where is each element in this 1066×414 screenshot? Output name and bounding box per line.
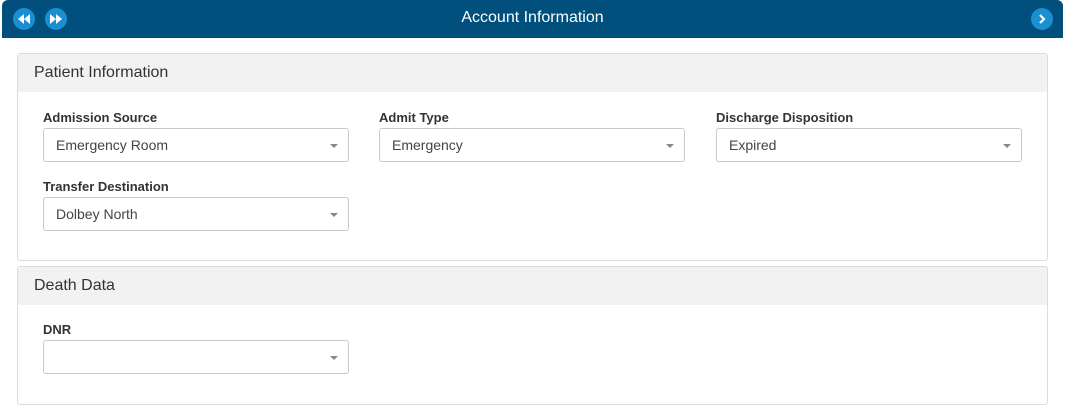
- caret-down-icon: [330, 356, 338, 360]
- select-value: Expired: [729, 137, 777, 153]
- transfer-destination-field: Transfer Destination Dolbey North: [43, 179, 349, 231]
- discharge-disposition-select[interactable]: Expired: [716, 128, 1022, 162]
- discharge-disposition-field: Discharge Disposition Expired: [716, 110, 1022, 162]
- admit-type-field: Admit Type Emergency: [379, 110, 685, 162]
- chevron-right-icon: [1039, 14, 1046, 24]
- field-label: Discharge Disposition: [716, 110, 854, 125]
- transfer-destination-select[interactable]: Dolbey North: [43, 197, 349, 231]
- admission-source-select[interactable]: Emergency Room: [43, 128, 349, 162]
- select-value: Emergency: [392, 137, 463, 153]
- field-label: DNR: [43, 322, 72, 337]
- field-label: Admission Source: [43, 110, 158, 125]
- admit-type-select[interactable]: Emergency: [379, 128, 685, 162]
- page-title: Account Information: [461, 9, 604, 26]
- dnr-select[interactable]: [43, 340, 349, 374]
- next-button[interactable]: [1031, 8, 1053, 30]
- dnr-field: DNR: [43, 322, 349, 374]
- account-info-header: Account Information: [2, 0, 1063, 38]
- select-value: Emergency Room: [56, 137, 169, 153]
- panel-title: Death Data: [18, 267, 1047, 305]
- death-data-panel: Death Data DNR: [17, 266, 1048, 405]
- caret-down-icon: [666, 144, 674, 148]
- select-value: Dolbey North: [56, 206, 138, 222]
- patient-information-panel: Patient Information Admission Source Eme…: [17, 53, 1048, 261]
- panel-title: Patient Information: [18, 54, 1047, 92]
- caret-down-icon: [330, 144, 338, 148]
- caret-down-icon: [1003, 144, 1011, 148]
- field-label: Transfer Destination: [43, 179, 169, 194]
- caret-down-icon: [330, 213, 338, 217]
- admission-source-field: Admission Source Emergency Room: [43, 110, 349, 162]
- field-label: Admit Type: [379, 110, 449, 125]
